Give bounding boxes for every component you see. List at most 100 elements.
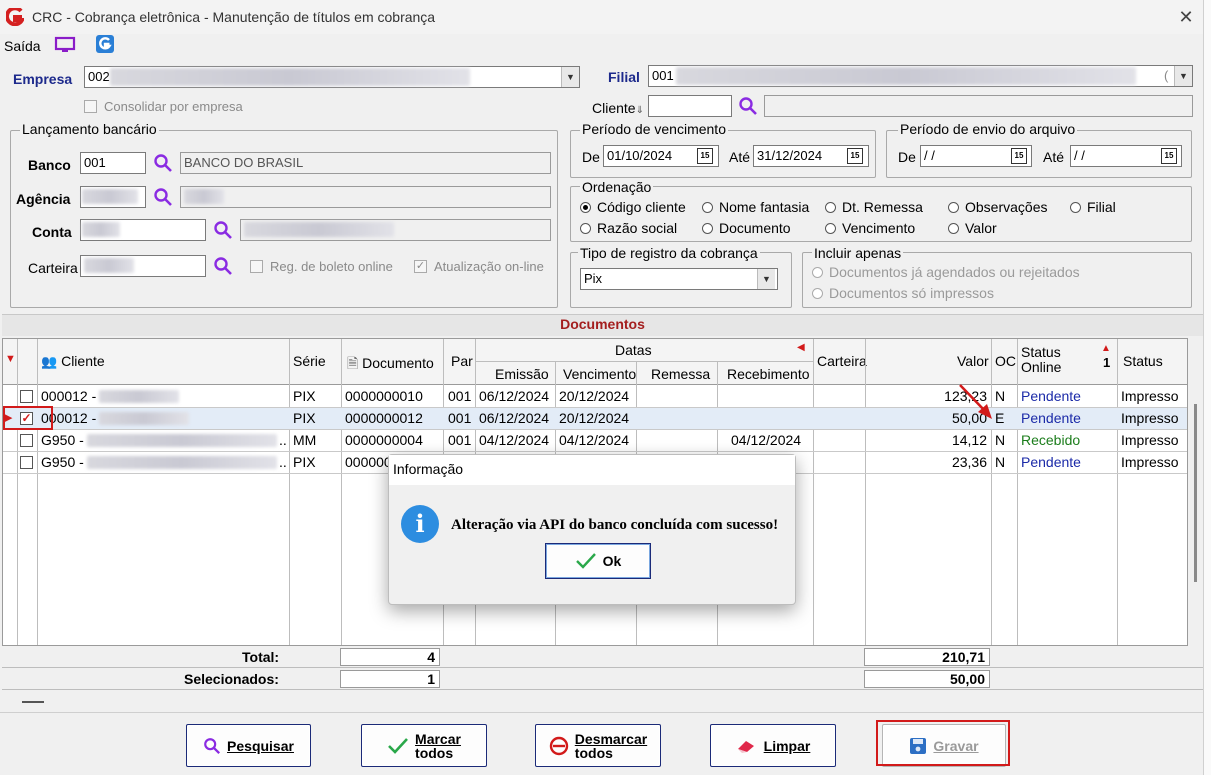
header-status[interactable]: Status — [1123, 353, 1163, 369]
close-icon[interactable]: ✕ — [1172, 4, 1200, 30]
marcar-todos-button[interactable]: Marcar todos — [361, 724, 487, 767]
info-dialog: Informação i Alteração via API do banco … — [388, 454, 796, 605]
header-remessa[interactable]: Remessa — [651, 366, 710, 382]
cliente-code-input[interactable] — [648, 95, 732, 117]
cliente-label: Cliente⇓ — [592, 100, 644, 116]
window-title: CRC - Cobrança eletrônica - Manutenção d… — [32, 9, 436, 25]
radio-nome-fantasia[interactable]: Nome fantasia — [702, 199, 809, 215]
info-icon: i — [401, 505, 439, 543]
cell-valor: 14,12 — [951, 432, 987, 448]
row-checkbox[interactable] — [20, 434, 33, 447]
filial-label: Filial — [608, 69, 640, 85]
table-row[interactable]: 000012 - PIX 0000000010 001 06/12/2024 2… — [3, 386, 1187, 408]
banco-search-icon[interactable] — [153, 153, 173, 173]
envio-ate-calendar-icon[interactable]: 15 — [1161, 148, 1177, 164]
carteira-search-icon[interactable] — [213, 256, 233, 276]
radio-dot — [580, 202, 591, 213]
datas-collapse-icon[interactable]: ◀ — [797, 342, 805, 353]
annotation-arrow-icon — [959, 384, 992, 419]
radio-vencimento[interactable]: Vencimento — [825, 220, 915, 236]
cell-oc: N — [995, 454, 1006, 470]
atualizacao-checkbox[interactable]: ✓ — [414, 260, 427, 273]
row-checkbox[interactable] — [20, 390, 33, 403]
selecionados-label: Selecionados: — [184, 671, 279, 687]
banco-code-input[interactable]: 001 — [80, 152, 146, 174]
filial-dropdown-icon[interactable]: ▼ — [1174, 66, 1192, 86]
radio-incluir-impressos[interactable]: Documentos só impressos — [812, 285, 994, 301]
menu-saida[interactable]: Saída — [4, 38, 41, 54]
agencia-label: Agência — [16, 191, 71, 207]
radio-dot — [1070, 202, 1081, 213]
cliente-search-icon[interactable] — [738, 96, 758, 116]
document-icon: 🗎 — [347, 355, 359, 371]
cell-vencimento: 04/12/2024 — [559, 432, 630, 448]
table-row[interactable]: G950 - .. MM 0000000004 001 04/12/2024 0… — [3, 430, 1187, 452]
cell-recebimento: 04/12/2024 — [731, 432, 802, 448]
datas-divider — [475, 361, 813, 362]
radio-dt-remessa[interactable]: Dt. Remessa — [825, 199, 923, 215]
agencia-search-icon[interactable] — [153, 187, 173, 207]
header-recebimento[interactable]: Recebimento — [727, 366, 810, 382]
selected-row: Selecionados: 1 50,00 — [2, 668, 1203, 690]
radio-valor[interactable]: Valor — [948, 220, 997, 236]
carteira-label: Carteira — [28, 260, 78, 276]
cell-oc: N — [995, 432, 1006, 448]
pesquisar-button[interactable]: Pesquisar — [186, 724, 311, 767]
venc-de-calendar-icon[interactable]: 15 — [697, 148, 713, 164]
venc-ate-label: Até — [729, 149, 751, 165]
desmarcar-todos-button[interactable]: Desmarcar todos — [535, 724, 661, 767]
vencimento-title: Período de vencimento — [580, 121, 728, 137]
cell-serie: PIX — [293, 454, 316, 470]
header-cliente[interactable]: 👥 Cliente — [41, 353, 105, 370]
agencia-name-field — [180, 186, 551, 208]
redacted-conta — [82, 222, 120, 237]
redacted-cliente — [99, 390, 179, 403]
limpar-button[interactable]: Limpar — [710, 724, 836, 767]
background-window-edge — [1203, 0, 1211, 775]
radio-codigo-cliente[interactable]: Código cliente — [580, 199, 686, 215]
envio-ate-label: Até — [1043, 149, 1065, 165]
header-carteira[interactable]: Carteira — [817, 353, 867, 369]
redacted-empresa — [110, 68, 470, 86]
header-status-online[interactable]: Status Online — [1021, 345, 1091, 375]
gravar-highlight — [876, 720, 1010, 766]
radio-incluir-agendados[interactable]: Documentos já agendados ou rejeitados — [812, 264, 1080, 280]
empresa-dropdown-icon[interactable]: ▼ — [561, 67, 579, 87]
venc-ate-calendar-icon[interactable]: 15 — [847, 148, 863, 164]
header-vencimento[interactable]: Vencimento — [563, 366, 636, 382]
lancamento-title: Lançamento bancário — [20, 121, 159, 137]
g-logo-icon[interactable] — [96, 35, 114, 53]
col-line — [17, 339, 18, 645]
ok-button[interactable]: Ok — [545, 543, 651, 579]
sort-down-icon[interactable]: ▼ — [5, 353, 16, 365]
radio-razao-social[interactable]: Razão social — [580, 220, 677, 236]
header-oc[interactable]: OC — [995, 353, 1016, 369]
reg-boleto-checkbox[interactable] — [250, 260, 263, 273]
total-value: 210,71 — [864, 648, 990, 666]
col-line — [865, 339, 866, 645]
search-icon — [204, 737, 221, 754]
tipo-registro-select[interactable]: Pix — [580, 268, 778, 290]
header-documento[interactable]: 🗎 Documento — [347, 353, 434, 377]
banco-label: Banco — [28, 157, 71, 173]
incluir-title: Incluir apenas — [812, 245, 904, 261]
conta-search-icon[interactable] — [213, 220, 233, 240]
splitter-handle[interactable] — [22, 701, 44, 703]
redacted-agencia — [82, 189, 138, 204]
grid-scrollbar[interactable] — [1194, 404, 1197, 582]
total-row: Total: 4 210,71 — [2, 646, 1203, 668]
table-row[interactable]: ▶ ✓ 000012 - PIX 0000000012 001 06/12/20… — [3, 408, 1187, 430]
header-emissao[interactable]: Emissão — [495, 366, 549, 382]
cell-par: 001 — [448, 388, 472, 404]
radio-documento[interactable]: Documento — [702, 220, 791, 236]
row-checkbox[interactable] — [20, 456, 33, 469]
monitor-icon[interactable] — [54, 36, 76, 54]
radio-filial[interactable]: Filial — [1070, 199, 1116, 215]
header-serie[interactable]: Série — [293, 353, 326, 369]
header-par[interactable]: Par — [451, 353, 473, 369]
envio-de-calendar-icon[interactable]: 15 — [1011, 148, 1027, 164]
radio-observacoes[interactable]: Observações — [948, 199, 1047, 215]
header-valor[interactable]: Valor — [957, 353, 989, 369]
consolidar-checkbox[interactable] — [84, 100, 97, 113]
tipo-registro-dropdown-icon[interactable]: ▼ — [757, 269, 775, 289]
